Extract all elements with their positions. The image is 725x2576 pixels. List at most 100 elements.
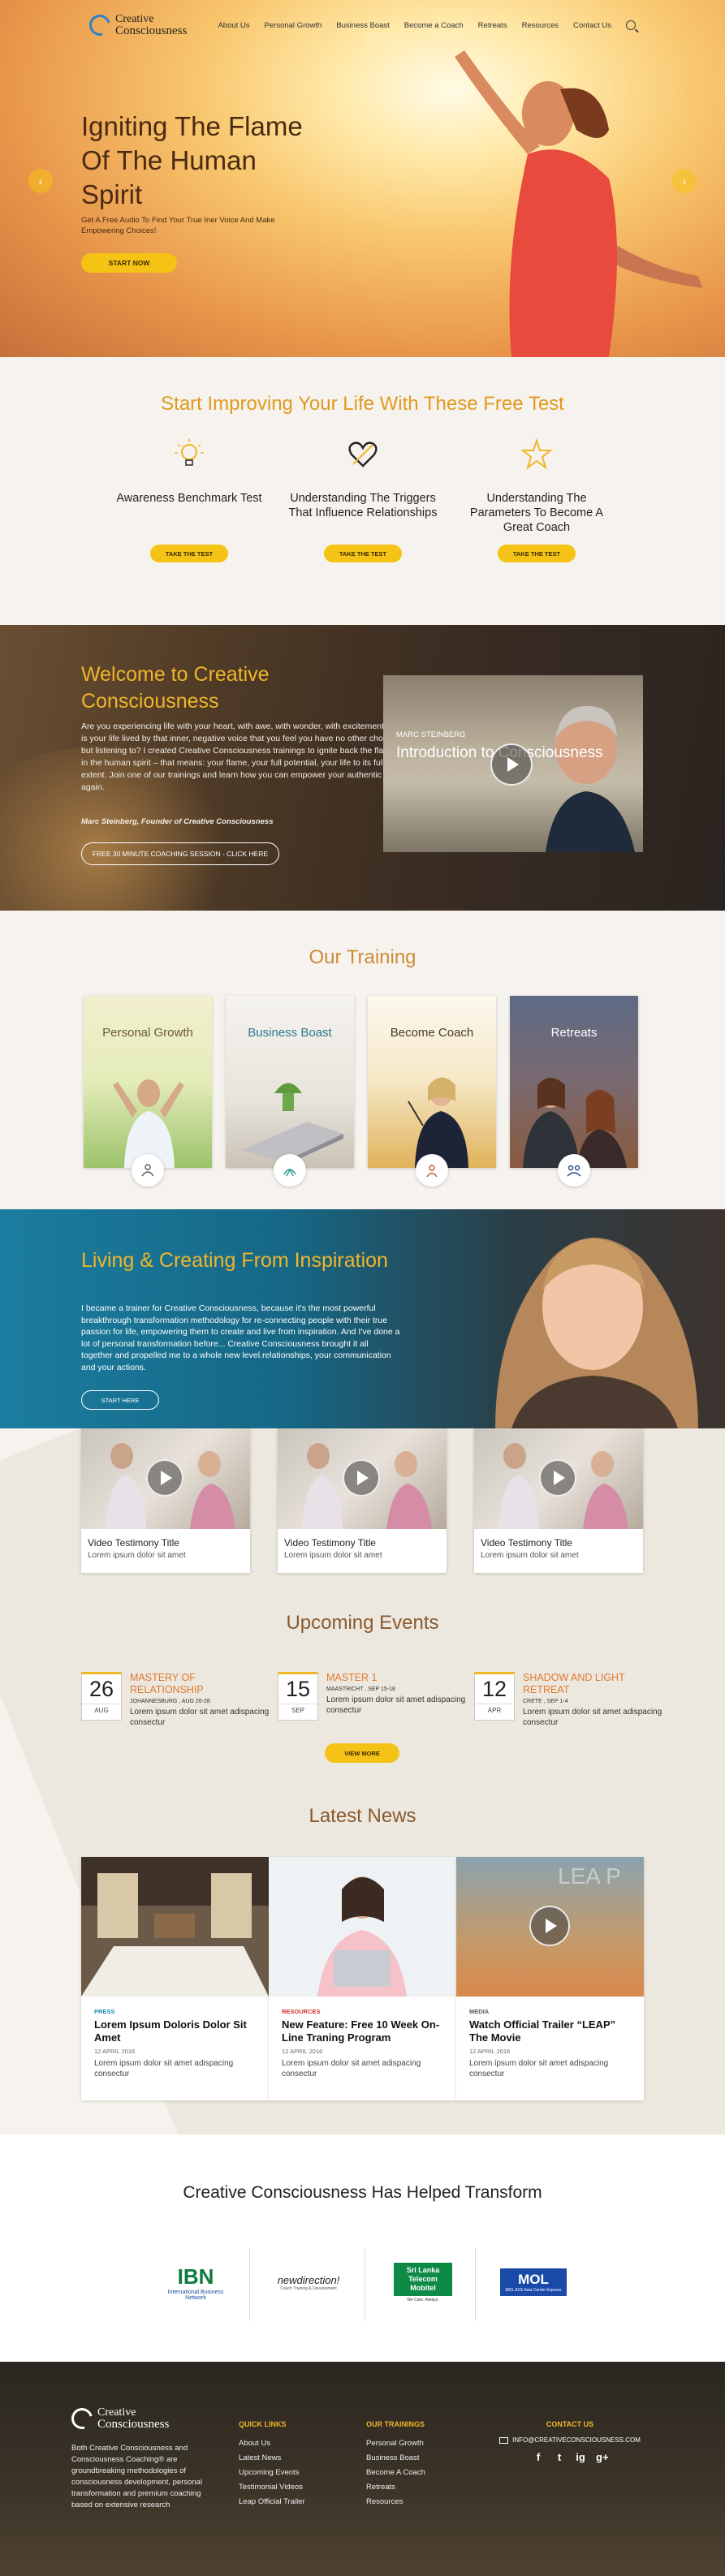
instagram-icon[interactable]: ig [575,2452,586,2463]
footer-link[interactable]: Business Boast [366,2451,425,2466]
googleplus-icon[interactable]: g+ [596,2452,609,2463]
event-title: SHADOW AND LIGHT RETREAT [523,1672,625,1695]
play-icon[interactable] [343,1459,380,1497]
nav-resources[interactable]: Resources [522,21,559,30]
news-card[interactable]: RESOURCES New Feature: Free 10 Week On-L… [269,1857,456,2100]
training-card-label: Business Boast [248,1026,332,1040]
event-item[interactable]: 26 AUG MASTERY OF RELATIONSHIP JOHANNESB… [81,1672,284,1737]
retreat-icon [558,1154,590,1187]
video-title: Video Testimony Title [88,1537,179,1549]
news-image [81,1857,269,1997]
view-more-events-button[interactable]: VIEW MORE [325,1743,399,1763]
nav-become-coach[interactable]: Become a Coach [404,21,464,30]
take-test-button[interactable]: TAKE THE TEST [324,545,402,562]
event-item[interactable]: 15 SEP MASTER 1 MAASTRICHT , SEP 15-18 L… [278,1672,481,1737]
partners-title: Creative Consciousness Has Helped Transf… [183,2183,542,2202]
event-description: Lorem ipsum dolor sit amet adispacing co… [326,1695,466,1715]
play-icon[interactable] [529,1906,570,1946]
living-body: I became a trainer for Creative Consciou… [81,1303,400,1372]
free-coaching-button[interactable]: FREE 30 MINUTE COACHING SESSION - CLICK … [81,842,279,865]
footer-link[interactable]: Personal Growth [366,2436,425,2451]
news-card[interactable]: LEA P MEDIA Watch Official Trailer “LEAP… [456,1857,644,2100]
testimony-video-card[interactable]: Video Testimony Title Lorem ipsum dolor … [474,1428,643,1573]
events-title: Upcoming Events [286,1612,439,1634]
quick-links-title: QUICK LINKS [239,2420,287,2428]
event-date: 12 APR [474,1672,515,1721]
trainer-portrait-image [495,1238,698,1428]
test-item-triggers: Understanding The Triggers That Influenc… [282,438,444,562]
video-description: Lorem ipsum dolor sit amet [481,1551,579,1560]
event-description: Lorem ipsum dolor sit amet adispacing co… [130,1708,270,1727]
training-card-retreats[interactable]: Retreats [510,996,638,1168]
welcome-author: Marc Steinberg, Founder of Creative Cons… [81,817,274,826]
nav-business-boast[interactable]: Business Boast [336,21,389,30]
video-title: Introduction to Consciousness [396,744,603,761]
email-icon [499,2436,509,2444]
footer-logo[interactable]: Creative Consciousness [67,2404,209,2433]
star-icon [520,437,553,470]
footer-quick-links: QUICK LINKS About Us Latest News Upcomin… [239,2420,305,2509]
footer-link[interactable]: Latest News [239,2451,305,2466]
contact-email[interactable]: INFO@CREATIVECONSCIOUSNESS.COM [512,2436,641,2444]
nav-about[interactable]: About Us [218,21,249,30]
search-icon[interactable] [626,20,636,30]
video-description: Lorem ipsum dolor sit amet [88,1551,186,1560]
start-now-button[interactable]: START NOW [81,253,177,273]
testimony-video-card[interactable]: Video Testimony Title Lorem ipsum dolor … [81,1428,250,1573]
training-card-label: Personal Growth [102,1026,193,1040]
leap-overlay-text: LEA P [558,1863,621,1889]
video-presenter-name: MARC STEINBERG [396,730,466,739]
start-here-button[interactable]: START HERE [81,1390,159,1410]
partner-logo-mobitel[interactable]: Sri Lanka Telecom Mobitel We Care. Alway… [370,2242,476,2323]
partner-logo-ibn[interactable]: IBN International Business Network [143,2242,248,2323]
test-label: Awareness Benchmark Test [116,492,262,505]
footer-link[interactable]: Become A Coach [366,2466,425,2480]
news-headline[interactable]: Watch Official Trailer “LEAP” The Movie [469,2018,631,2044]
play-icon[interactable] [490,743,533,786]
intro-video[interactable]: MARC STEINBERG Introduction to Conscious… [383,675,643,852]
testimony-video-card[interactable]: Video Testimony Title Lorem ipsum dolor … [278,1428,447,1573]
site-logo[interactable]: Creative Consciousness [85,11,187,40]
footer-link[interactable]: About Us [239,2436,305,2451]
footer-link[interactable]: Resources [366,2495,425,2509]
event-date: 15 SEP [278,1672,318,1721]
footer-about-text: Both Creative Consciousness and Consciou… [71,2444,203,2509]
footer-link[interactable]: Testimonial Videos [239,2480,305,2495]
news-headline[interactable]: Lorem Ipsum Doloris Dolor Sit Amet [94,2018,256,2044]
heart-icon [348,442,378,467]
news-card[interactable]: PRESS Lorem Ipsum Doloris Dolor Sit Amet… [81,1857,269,2100]
take-test-button[interactable]: TAKE THE TEST [498,545,576,562]
event-place: MAASTRICHT , SEP 15-18 [326,1686,395,1692]
hero-next-arrow-icon[interactable]: › [672,169,697,193]
footer-link[interactable]: Retreats [366,2480,425,2495]
nav-personal-growth[interactable]: Personal Growth [265,21,322,30]
video-description: Lorem ipsum dolor sit amet [284,1551,382,1560]
play-icon[interactable] [539,1459,576,1497]
training-card-business-boast[interactable]: Business Boast [226,996,354,1168]
news-headline[interactable]: New Feature: Free 10 Week On-Line Tranin… [282,2018,443,2044]
news-summary: Lorem ipsum dolor sit amet adispacing co… [94,2059,234,2078]
nav-contact[interactable]: Contact Us [573,21,611,30]
footer-link[interactable]: Upcoming Events [239,2466,305,2480]
play-icon[interactable] [146,1459,183,1497]
test-label: Understanding The Parameters To Become A… [469,492,604,534]
presenter-image [546,705,635,852]
nav-retreats[interactable]: Retreats [478,21,507,30]
footer-link[interactable]: Leap Official Trailer [239,2495,305,2509]
hero-prev-arrow-icon[interactable]: ‹ [28,169,53,193]
take-test-button[interactable]: TAKE THE TEST [150,545,228,562]
twitter-icon[interactable]: t [554,2452,565,2463]
training-card-become-coach[interactable]: Become Coach [368,996,496,1168]
training-card-personal-growth[interactable]: Personal Growth [84,996,212,1168]
living-section: Living & Creating From Inspiration I bec… [0,1209,725,1428]
hero-title: Igniting The Flame Of The Human Spirit [81,111,303,209]
facebook-icon[interactable]: f [533,2452,544,2463]
event-place: JOHANNESBURG , AUG 26-28 [130,1699,210,1704]
training-section: Our Training Personal Growth Business Bo… [0,911,725,1209]
news-title: Latest News [309,1805,416,1827]
partner-logo-mol[interactable]: MOL MOL ACE Asia Carrier Express [481,2242,586,2323]
event-item[interactable]: 12 APR SHADOW AND LIGHT RETREAT CRETE , … [474,1672,677,1737]
social-links: f t ig g+ [497,2452,643,2463]
partner-logo-newdirection[interactable]: newdirection! Coach Training & Developme… [256,2242,361,2323]
news-date: 12 APRIL 2016 [94,2048,136,2055]
